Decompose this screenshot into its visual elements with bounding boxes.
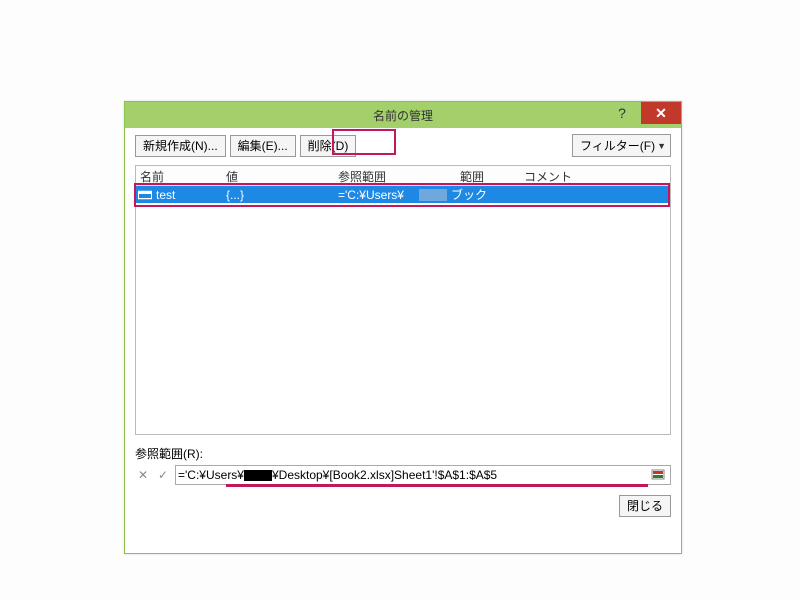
help-button[interactable]: ? (603, 102, 641, 124)
new-button[interactable]: 新規作成(N)... (135, 135, 226, 157)
dialog-body: 新規作成(N)... 編集(E)... 削除(D) フィルター(F) ▼ 名前 … (125, 128, 681, 553)
refers-to-section: 参照範囲(R): ✕ ✓ ='C:¥Users¥ ¥Desktop¥[Book2.… (135, 445, 671, 485)
commit-edit-icon[interactable]: ✓ (155, 467, 171, 483)
name-manager-dialog: 名前の管理 ? 新規作成(N)... 編集(E)... 削除(D) フィルター(… (124, 101, 682, 554)
filter-label: フィルター(F) (580, 137, 655, 154)
filter-button[interactable]: フィルター(F) ▼ (572, 134, 671, 157)
refers-value-suffix: ¥Desktop¥[Book2.xlsx]Sheet1'!$A$1:$A$5 (272, 468, 497, 482)
refers-value-prefix: ='C:¥Users¥ (178, 468, 244, 482)
close-window-button[interactable] (641, 102, 681, 124)
col-header-refers[interactable]: 参照範囲 (334, 166, 456, 185)
name-icon (136, 189, 152, 201)
redacted-mask (419, 189, 447, 201)
table-row[interactable]: test {...} ='C:¥Users¥ ブック (136, 186, 670, 203)
cancel-edit-icon[interactable]: ✕ (135, 467, 151, 483)
cell-scope: ブック (447, 186, 525, 203)
redacted-mask (244, 470, 272, 481)
titlebar-buttons: ? (603, 102, 681, 128)
dialog-footer: 閉じる (135, 495, 671, 517)
col-header-comment[interactable]: コメント (520, 166, 670, 185)
col-header-value[interactable]: 値 (222, 166, 334, 185)
close-button[interactable]: 閉じる (619, 495, 671, 517)
chevron-down-icon: ▼ (657, 141, 666, 151)
refers-to-label: 参照範囲(R): (135, 445, 671, 462)
cell-refers: ='C:¥Users¥ (334, 188, 419, 202)
delete-button[interactable]: 削除(D) (300, 135, 357, 157)
window-title: 名前の管理 (373, 107, 433, 124)
refers-to-input[interactable]: ='C:¥Users¥ ¥Desktop¥[Book2.xlsx]Sheet1'!… (175, 465, 671, 485)
edit-button[interactable]: 編集(E)... (230, 135, 296, 157)
names-list[interactable]: 名前 値 参照範囲 範囲 コメント test {...} ='C:¥Users¥… (135, 165, 671, 435)
col-header-scope[interactable]: 範囲 (456, 166, 520, 185)
cell-value: {...} (222, 188, 334, 202)
col-header-name[interactable]: 名前 (136, 166, 222, 185)
annotation-underline (226, 484, 648, 487)
range-picker-icon[interactable] (650, 467, 668, 483)
cell-name: test (152, 188, 222, 202)
refers-to-row: ✕ ✓ ='C:¥Users¥ ¥Desktop¥[Book2.xlsx]Shee… (135, 465, 671, 485)
titlebar: 名前の管理 ? (125, 102, 681, 128)
list-header: 名前 値 参照範囲 範囲 コメント (136, 166, 670, 186)
toolbar: 新規作成(N)... 編集(E)... 削除(D) フィルター(F) ▼ (135, 134, 671, 157)
